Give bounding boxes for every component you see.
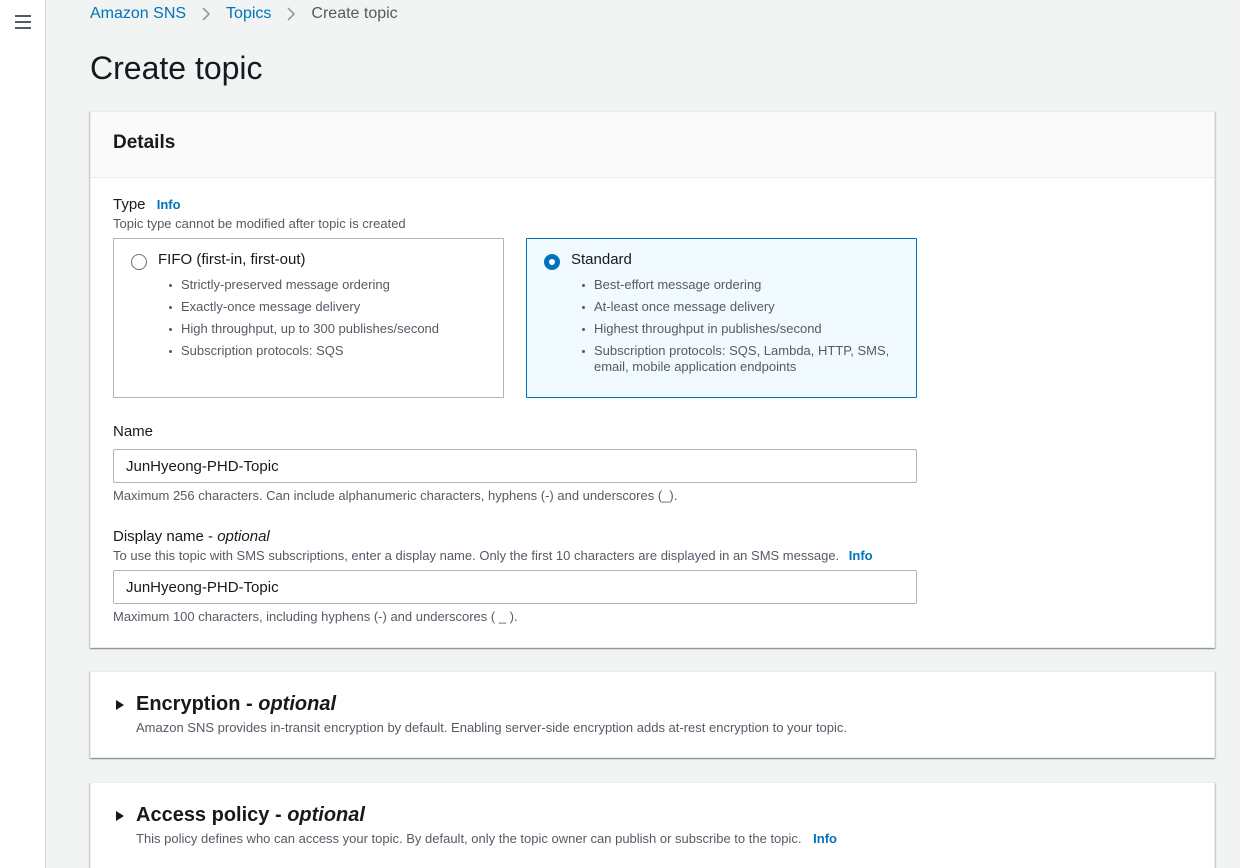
breadcrumb-current: Create topic xyxy=(311,5,398,22)
display-name-label: Display name - xyxy=(113,528,218,545)
type-info-link[interactable]: Info xyxy=(157,197,181,212)
details-panel: Details Type Info Topic type cannot be m… xyxy=(90,111,1215,648)
side-navigation xyxy=(0,0,46,868)
chevron-right-icon xyxy=(284,5,298,23)
chevron-right-icon xyxy=(199,5,213,23)
fifo-option-tile[interactable]: FIFO (first-in, first-out) Strictly-pres… xyxy=(113,238,504,398)
standard-features: Best-effort message ordering At-least on… xyxy=(582,277,909,381)
fifo-features: Strictly-preserved message ordering Exac… xyxy=(169,277,496,365)
fifo-radio[interactable] xyxy=(131,254,147,270)
list-item: Strictly-preserved message ordering xyxy=(169,277,496,293)
access-policy-info-link[interactable]: Info xyxy=(813,831,837,846)
name-label: Name xyxy=(113,423,154,440)
list-item: At-least once message delivery xyxy=(582,299,909,315)
access-policy-desc-text: This policy defines who can access your … xyxy=(136,831,802,846)
encryption-title-text: Encryption - xyxy=(136,693,259,715)
display-name-input[interactable] xyxy=(113,570,917,604)
list-item: Exactly-once message delivery xyxy=(169,299,496,315)
encryption-section[interactable]: Encryption - optional Amazon SNS provide… xyxy=(90,671,1215,758)
type-label-row: Type Info xyxy=(113,196,181,213)
caret-right-icon[interactable] xyxy=(116,811,124,821)
display-name-description: To use this topic with SMS subscriptions… xyxy=(113,548,873,563)
access-policy-title-text: Access policy - xyxy=(136,804,288,826)
encryption-optional: optional xyxy=(258,693,336,715)
caret-right-icon[interactable] xyxy=(116,700,124,710)
standard-title: Standard xyxy=(571,251,632,268)
standard-radio[interactable] xyxy=(544,254,560,270)
details-header: Details xyxy=(91,112,1214,178)
breadcrumb-amazon-sns[interactable]: Amazon SNS xyxy=(90,5,186,23)
standard-option-tile[interactable]: Standard Best-effort message ordering At… xyxy=(526,238,917,398)
list-item: High throughput, up to 300 publishes/sec… xyxy=(169,321,496,337)
display-name-label-row: Display name - optional xyxy=(113,528,270,545)
details-heading: Details xyxy=(113,132,176,153)
access-policy-title: Access policy - optional xyxy=(136,804,365,827)
display-name-constraint: Maximum 100 characters, including hyphen… xyxy=(113,609,518,624)
type-description: Topic type cannot be modified after topi… xyxy=(113,216,406,231)
list-item: Highest throughput in publishes/second xyxy=(582,321,909,337)
fifo-title: FIFO (first-in, first-out) xyxy=(158,251,306,268)
type-label: Type xyxy=(113,196,146,213)
list-item: Subscription protocols: SQS xyxy=(169,343,496,359)
encryption-description: Amazon SNS provides in-transit encryptio… xyxy=(136,720,848,735)
display-name-optional: optional xyxy=(217,528,270,545)
access-policy-optional: optional xyxy=(287,804,365,826)
display-name-info-link[interactable]: Info xyxy=(849,548,873,563)
name-constraint: Maximum 256 characters. Can include alph… xyxy=(113,488,678,503)
list-item: Subscription protocols: SQS, Lambda, HTT… xyxy=(582,343,909,375)
access-policy-description: This policy defines who can access your … xyxy=(136,831,837,846)
page-title: Create topic xyxy=(90,50,263,86)
list-item: Best-effort message ordering xyxy=(582,277,909,293)
menu-icon[interactable] xyxy=(15,15,31,29)
breadcrumb-topics[interactable]: Topics xyxy=(226,5,271,23)
access-policy-section[interactable]: Access policy - optional This policy def… xyxy=(90,782,1215,868)
encryption-title: Encryption - optional xyxy=(136,693,336,716)
breadcrumb: Amazon SNS Topics Create topic xyxy=(90,5,398,23)
name-input[interactable] xyxy=(113,449,917,483)
display-name-desc-text: To use this topic with SMS subscriptions… xyxy=(113,548,840,563)
